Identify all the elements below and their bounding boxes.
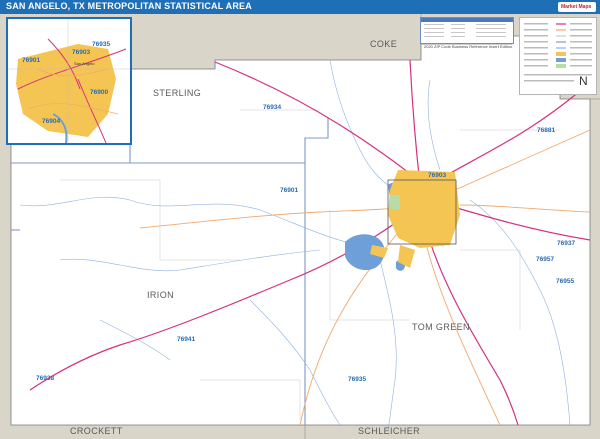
inset-map[interactable]: 76901 76903 76935 76900 76904 San Angelo: [6, 17, 132, 145]
map-title: SAN ANGELO, TX METROPOLITAN STATISTICAL …: [6, 1, 252, 11]
logo-text: Market Maps: [561, 4, 592, 10]
green-area: [390, 195, 400, 209]
publisher-logo: Market Maps: [558, 2, 596, 12]
north-symbol: N: [579, 74, 588, 88]
zip-table-rows: [424, 24, 506, 37]
inset-canvas: [8, 19, 130, 143]
zip-reference-table: [420, 17, 514, 44]
edition-note: 2020 ZIP Code Business Reference Insert …: [424, 44, 513, 49]
title-bar: SAN ANGELO, TX METROPOLITAN STATISTICAL …: [0, 0, 600, 14]
north-arrow-icon: N: [579, 74, 588, 88]
